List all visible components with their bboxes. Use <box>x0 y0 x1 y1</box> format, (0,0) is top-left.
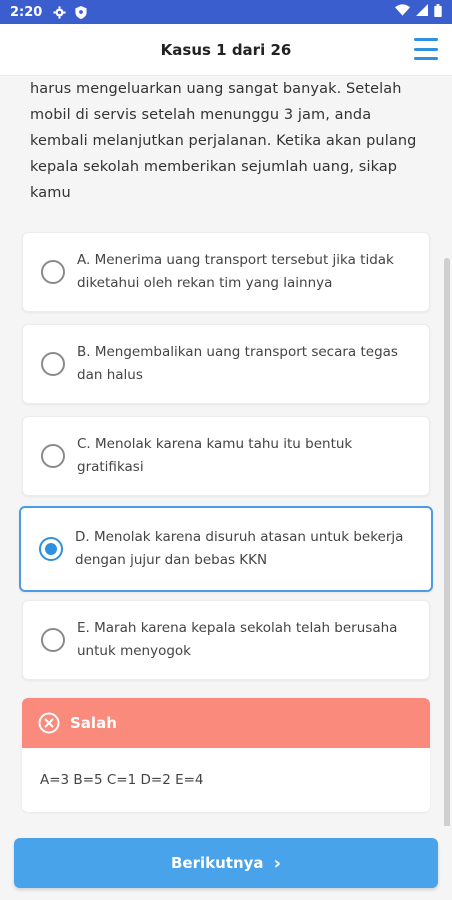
option-a[interactable]: A. Menerima uang transport tersebut jika… <box>22 232 430 312</box>
status-bar: 2:20 <box>0 0 452 24</box>
radio-button-icon[interactable] <box>41 260 65 284</box>
battery-icon <box>434 3 442 21</box>
radio-button-icon[interactable] <box>39 537 63 561</box>
hamburger-menu-icon[interactable] <box>414 38 438 60</box>
radio-button-icon[interactable] <box>41 628 65 652</box>
option-label: E. Marah karena kepala sekolah telah ber… <box>77 620 398 659</box>
next-button[interactable]: Berikutnya › <box>14 838 438 888</box>
wifi-icon <box>395 4 410 20</box>
close-circle-icon <box>38 712 60 734</box>
option-b[interactable]: B. Mengembalikan uang transport secara t… <box>22 324 430 404</box>
question-text: harus mengeluarkan uang sangat banyak. S… <box>30 81 417 201</box>
option-label: C. Menolak karena kamu tahu itu bentuk g… <box>77 436 353 475</box>
result-header: Salah <box>22 698 430 748</box>
scrollbar[interactable] <box>444 258 450 826</box>
chevron-right-icon: › <box>273 852 281 874</box>
option-label: A. Menerima uang transport tersebut jika… <box>77 252 394 291</box>
answer-result-card: Salah A=3 B=5 C=1 D=2 E=4 <box>22 698 430 812</box>
option-d[interactable]: D. Menolak karena disuruh atasan untuk b… <box>19 506 433 592</box>
option-label: B. Mengembalikan uang transport secara t… <box>77 344 398 383</box>
settings-icon <box>52 5 66 19</box>
option-c[interactable]: C. Menolak karena kamu tahu itu bentuk g… <box>22 416 430 496</box>
signal-icon <box>416 4 428 20</box>
page-title: Kasus 1 dari 26 <box>160 40 292 59</box>
bottom-bar: Berikutnya › <box>0 826 452 900</box>
option-e[interactable]: E. Marah karena kepala sekolah telah ber… <box>22 600 430 680</box>
question-content[interactable]: harus mengeluarkan uang sangat banyak. S… <box>0 76 452 826</box>
option-label: D. Menolak karena disuruh atasan untuk b… <box>75 529 404 568</box>
shield-icon <box>74 5 88 19</box>
result-status: Salah <box>70 714 117 732</box>
radio-button-icon[interactable] <box>41 352 65 376</box>
radio-button-icon[interactable] <box>41 444 65 468</box>
next-button-label: Berikutnya <box>171 854 264 872</box>
status-time: 2:20 <box>10 4 43 20</box>
app-bar: Kasus 1 dari 26 <box>0 24 452 76</box>
score-breakdown: A=3 B=5 C=1 D=2 E=4 <box>40 772 204 788</box>
